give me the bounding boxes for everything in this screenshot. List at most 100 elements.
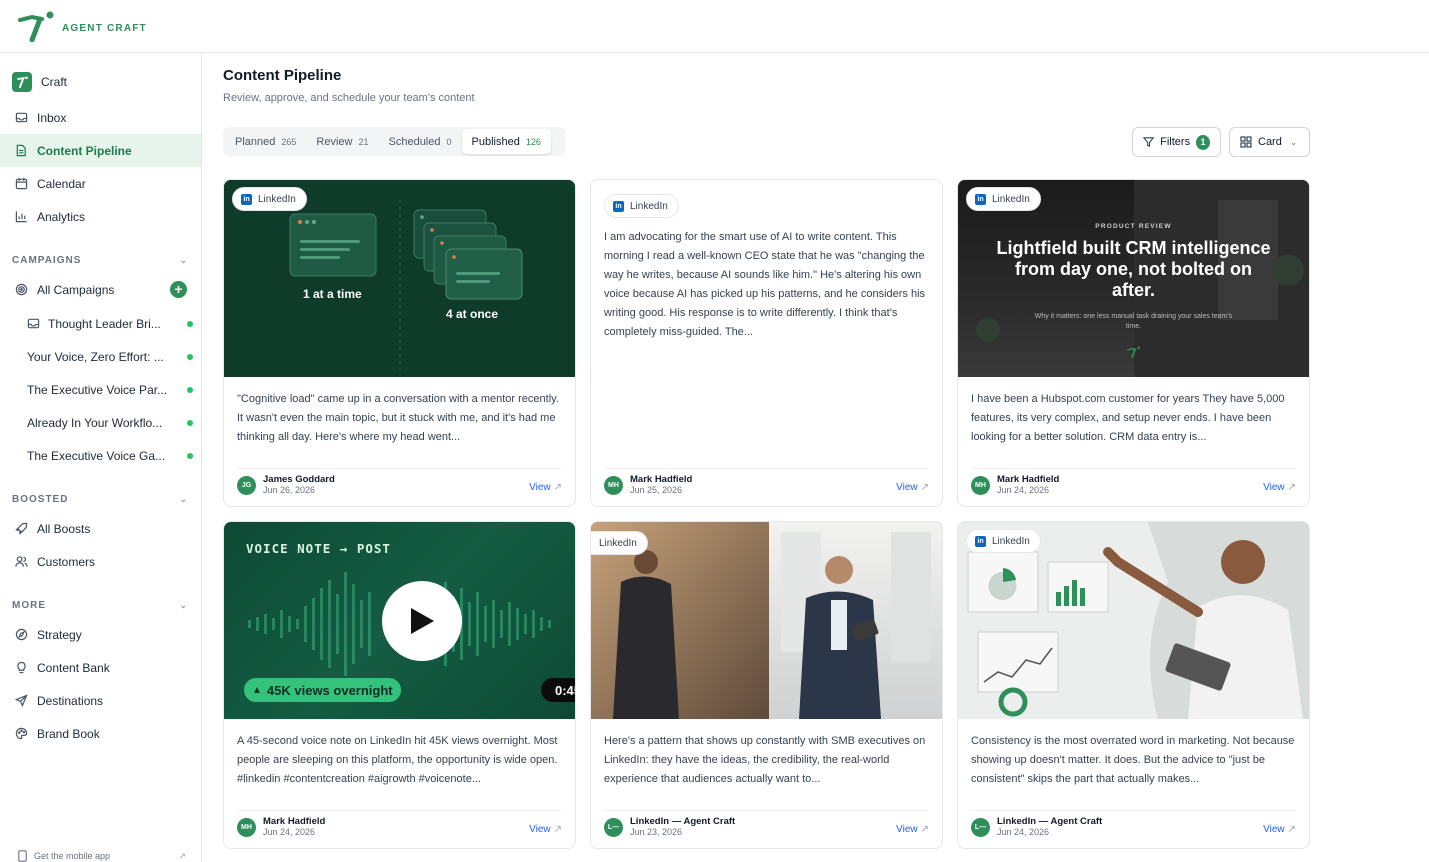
tab-planned[interactable]: Planned 265 bbox=[225, 129, 306, 154]
sidebar-item-label: Content Pipeline bbox=[37, 143, 132, 158]
post-date: Jun 23, 2026 bbox=[630, 827, 683, 837]
post-text: "Cognitive load" came up in a conversati… bbox=[237, 393, 559, 443]
active-status-dot bbox=[187, 320, 193, 327]
author: L— LinkedIn — Agent Craft Jun 23, 2026 bbox=[604, 816, 735, 838]
linkedin-icon: in bbox=[975, 193, 986, 205]
section-heading: MORE bbox=[12, 600, 46, 611]
campaign-label: The Executive Voice Ga... bbox=[27, 448, 166, 463]
post-media-video[interactable]: VOICE NOTE → POST ▲ 45K views overnight … bbox=[224, 522, 575, 719]
get-mobile-app-link[interactable]: Get the mobile app ↗ bbox=[18, 850, 186, 862]
platform-badge: in LinkedIn bbox=[966, 187, 1041, 211]
content-card[interactable]: LinkedIn Here's a pattern that shows up … bbox=[590, 521, 943, 849]
view-mode-dropdown[interactable]: Card ⌄ bbox=[1229, 127, 1310, 157]
filter-icon bbox=[1143, 137, 1155, 148]
campaign-item[interactable]: Thought Leader Bri... bbox=[27, 307, 193, 340]
sidebar-item-all-boosts[interactable]: All Boosts bbox=[0, 512, 201, 545]
bar-chart-icon bbox=[14, 210, 28, 224]
post-date: Jun 24, 2026 bbox=[997, 485, 1050, 495]
author: MH Mark Hadfield Jun 24, 2026 bbox=[237, 816, 325, 838]
sidebar-item-label: Analytics bbox=[37, 209, 86, 224]
sidebar-item-customers[interactable]: Customers bbox=[0, 545, 201, 578]
post-date: Jun 26, 2026 bbox=[263, 485, 316, 495]
avatar: MH bbox=[971, 475, 990, 495]
inbox-icon bbox=[14, 111, 28, 125]
views-label: 45K views overnight bbox=[266, 682, 393, 698]
view-link[interactable]: View ↗ bbox=[1263, 482, 1296, 493]
target-icon bbox=[14, 283, 28, 297]
tab-review[interactable]: Review 21 bbox=[306, 129, 378, 154]
post-date: Jun 24, 2026 bbox=[263, 827, 316, 837]
media-label-right: 4 at once bbox=[446, 307, 499, 321]
filters-button[interactable]: Filters 1 bbox=[1132, 127, 1221, 157]
campaign-item[interactable]: Your Voice, Zero Effort: ... bbox=[27, 340, 193, 373]
sidebar-item-strategy[interactable]: Strategy bbox=[0, 618, 201, 651]
sidebar-item-label: Strategy bbox=[37, 627, 82, 642]
view-link[interactable]: View ↗ bbox=[896, 482, 929, 493]
post-text: Consistency is the most overrated word i… bbox=[971, 735, 1295, 785]
author-name: LinkedIn — Agent Craft bbox=[630, 816, 736, 827]
filters-count-badge: 1 bbox=[1196, 134, 1210, 150]
tab-count: 0 bbox=[446, 136, 452, 147]
sidebar-item-inbox[interactable]: Inbox bbox=[0, 101, 201, 134]
sidebar-item-analytics[interactable]: Analytics bbox=[0, 200, 201, 233]
campaign-item[interactable]: Already In Your Workflo... bbox=[27, 406, 193, 439]
author: MH Mark Hadfield Jun 24, 2026 bbox=[971, 474, 1059, 496]
arrow-up-right-icon: ↗ bbox=[553, 482, 562, 493]
sidebar-item-destinations[interactable]: Destinations bbox=[0, 684, 201, 717]
view-mode-label: Card bbox=[1258, 136, 1282, 148]
linkedin-icon: in bbox=[241, 193, 252, 205]
triangle-up-icon: ▲ bbox=[252, 684, 262, 696]
users-icon bbox=[14, 555, 28, 569]
content-card[interactable]: VOICE NOTE → POST ▲ 45K views overnight … bbox=[223, 521, 576, 849]
sidebar-item-brand-book[interactable]: Brand Book bbox=[0, 717, 201, 750]
view-label: View bbox=[896, 482, 918, 493]
view-label: View bbox=[529, 482, 551, 493]
platform-label: LinkedIn bbox=[992, 535, 1030, 547]
author: JG James Goddard Jun 26, 2026 bbox=[237, 474, 335, 496]
view-label: View bbox=[1263, 482, 1285, 493]
view-link[interactable]: View ↗ bbox=[529, 482, 562, 493]
sidebar-item-all-campaigns[interactable]: All Campaigns + bbox=[0, 273, 201, 306]
sidebar-item-calendar[interactable]: Calendar bbox=[0, 167, 201, 200]
sidebar-item-content-bank[interactable]: Content Bank bbox=[0, 651, 201, 684]
linkedin-icon: in bbox=[613, 200, 624, 212]
view-label: View bbox=[529, 824, 551, 835]
more-section-header[interactable]: MORE ⌄ bbox=[12, 600, 188, 611]
platform-label: LinkedIn bbox=[992, 193, 1030, 205]
campaign-label: Thought Leader Bri... bbox=[48, 316, 161, 331]
author-name: James Goddard bbox=[263, 474, 335, 485]
campaign-item[interactable]: The Executive Voice Par... bbox=[27, 373, 193, 406]
view-link[interactable]: View ↗ bbox=[1263, 824, 1296, 835]
content-card[interactable]: 1 at a time 4 at once in LinkedIn "Cogni… bbox=[223, 179, 576, 507]
content-card[interactable]: in LinkedIn Consistency is the most over… bbox=[957, 521, 1310, 849]
tab-published[interactable]: Published 126 bbox=[461, 129, 551, 154]
page-title: Content Pipeline bbox=[223, 67, 342, 84]
sidebar: Craft Inbox Content Pipeline Calendar An… bbox=[0, 53, 202, 862]
logo[interactable]: AGENT CRAFT bbox=[18, 10, 147, 42]
add-campaign-button[interactable]: + bbox=[170, 281, 187, 298]
campaign-label: Your Voice, Zero Effort: ... bbox=[27, 349, 164, 364]
post-text: I have been a Hubspot.com customer for y… bbox=[971, 393, 1285, 443]
chevron-down-icon: ⌄ bbox=[1289, 136, 1298, 147]
tab-label: Planned bbox=[235, 135, 276, 148]
view-label: View bbox=[1263, 824, 1285, 835]
active-status-dot bbox=[187, 386, 193, 393]
tab-scheduled[interactable]: Scheduled 0 bbox=[379, 129, 462, 154]
arrow-up-right-icon: ↗ bbox=[920, 824, 929, 835]
linkedin-icon: in bbox=[975, 535, 986, 547]
sidebar-item-craft[interactable]: Craft bbox=[0, 65, 201, 98]
content-card[interactable]: PRODUCT REVIEW Lightfield built CRM inte… bbox=[957, 179, 1310, 507]
play-button[interactable] bbox=[382, 581, 462, 661]
palette-icon bbox=[14, 727, 28, 741]
platform-badge: in LinkedIn bbox=[966, 529, 1041, 553]
view-link[interactable]: View ↗ bbox=[529, 824, 562, 835]
content-card[interactable]: in LinkedIn I am advocating for the smar… bbox=[590, 179, 943, 507]
mobile-label: Get the mobile app bbox=[34, 851, 111, 861]
top-bar: AGENT CRAFT bbox=[0, 0, 1429, 53]
campaign-item[interactable]: The Executive Voice Ga... bbox=[27, 439, 193, 472]
view-link[interactable]: View ↗ bbox=[896, 824, 929, 835]
campaigns-section-header[interactable]: CAMPAIGNS ⌄ bbox=[12, 255, 188, 266]
chevron-down-icon: ⌄ bbox=[179, 494, 188, 504]
sidebar-item-content-pipeline[interactable]: Content Pipeline bbox=[0, 134, 201, 167]
boosted-section-header[interactable]: BOOSTED ⌄ bbox=[12, 494, 188, 505]
